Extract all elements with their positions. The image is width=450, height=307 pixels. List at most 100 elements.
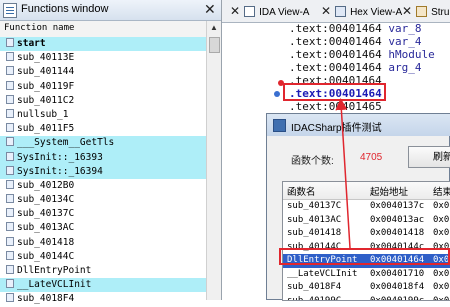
function-list: start sub_40113E sub_401144 sub_40119F sub_4…: [0, 37, 206, 307]
code-line[interactable]: .text:00401464 arg_4: [289, 61, 421, 74]
close-icon[interactable]: ✕: [321, 4, 331, 18]
column-header-end-address[interactable]: 结束: [433, 184, 450, 198]
function-list-item[interactable]: sub_4012B0: [0, 179, 206, 193]
function-name-column-header[interactable]: Function name: [0, 21, 206, 38]
function-list-item[interactable]: ___System__GetTls: [0, 136, 206, 151]
functions-window: Functions window ✕ Function name start su…: [0, 0, 222, 304]
function-icon: [6, 38, 14, 47]
function-list-item[interactable]: sub_401418: [0, 236, 206, 250]
cell-end-address: 0x0: [433, 214, 450, 225]
table-row[interactable]: sub_4013AC 0x004013ac 0x0: [283, 214, 450, 228]
cell-end-address: 0x0: [433, 201, 450, 211]
selected-code-line[interactable]: .text:00401464: [289, 87, 382, 100]
function-list-item[interactable]: SysInit::_16394: [0, 164, 206, 179]
function-list-item[interactable]: sub_4011C2: [0, 94, 206, 108]
tab-ida-view-a[interactable]: ✕ IDA View-A: [230, 2, 309, 21]
function-list-item[interactable]: SysInit::_16393: [0, 150, 206, 165]
scrollbar-thumb[interactable]: [209, 37, 220, 53]
cell-end-address: 0x0: [433, 295, 450, 301]
code-line[interactable]: .text:00401464 var_4: [289, 35, 421, 48]
function-list-item[interactable]: nullsub_1: [0, 108, 206, 122]
function-list-item[interactable]: sub_4011F5: [0, 122, 206, 136]
cell-start-address: 0x0040199c: [370, 295, 425, 301]
cell-start-address: 0x004018f4: [370, 282, 425, 292]
table-row[interactable]: sub_40137C 0x0040137c 0x0: [283, 200, 450, 214]
cell-function-name: sub_401418: [287, 228, 342, 238]
function-icon: [6, 194, 14, 204]
function-icon: [6, 236, 14, 246]
dialog-title: IDACSharp插件测试: [291, 123, 382, 134]
close-icon[interactable]: ✕: [204, 1, 216, 18]
function-list-item[interactable]: sub_40113E: [0, 51, 206, 65]
function-icon: [6, 151, 14, 161]
column-header-start-address[interactable]: 起始地址: [370, 184, 408, 198]
function-table[interactable]: 函数名 起始地址 结束 sub_40137C0x0040137c0x0sub_4…: [282, 181, 450, 301]
function-list-item[interactable]: DllEntryPoint: [0, 264, 206, 278]
structures-icon: [416, 6, 428, 17]
function-icon: [6, 137, 14, 147]
function-icon: [6, 52, 14, 62]
cell-function-name: sub_40137C: [287, 201, 342, 211]
function-icon: [6, 265, 14, 274]
marker-icon: [274, 91, 280, 97]
function-list-item[interactable]: sub_40144C: [0, 250, 206, 264]
function-icon: [6, 222, 14, 232]
vertical-scrollbar[interactable]: ▲: [206, 21, 221, 300]
refresh-button[interactable]: 刷新: [408, 146, 450, 168]
function-list-item[interactable]: start: [0, 37, 206, 52]
tab-structures[interactable]: ✕ Stru: [402, 2, 449, 21]
cell-start-address: 0x00401418: [370, 228, 425, 238]
dialog-titlebar[interactable]: IDACSharp插件测试: [267, 114, 450, 136]
code-line[interactable]: .text:00401465: [289, 100, 382, 113]
cell-function-name: sub_40199C: [287, 295, 342, 301]
function-list-item[interactable]: sub_4018F4: [0, 292, 206, 306]
cell-function-name: sub_4013AC: [287, 214, 342, 225]
function-count-label: 函数个数:: [291, 156, 334, 167]
table-row[interactable]: __LateVCLInit 0x00401710 0x0: [283, 268, 450, 282]
cell-start-address: 0x004013ac: [370, 214, 425, 225]
function-icon: [6, 108, 14, 118]
code-line[interactable]: .text:00401464 var_8: [289, 22, 421, 35]
function-count-value: 4705: [360, 152, 383, 163]
function-icon: [6, 179, 14, 189]
view-tab-bar: ✕ IDA View-A ✕ Hex View-A ✕ Stru: [222, 0, 450, 23]
function-list-item[interactable]: sub_40137C: [0, 207, 206, 221]
function-icon: [6, 80, 14, 90]
function-list-item[interactable]: sub_4013AC: [0, 221, 206, 235]
functions-window-icon: [3, 3, 17, 18]
cell-function-name: sub_4018F4: [287, 282, 342, 292]
function-icon: [6, 293, 14, 303]
cell-end-address: 0x0: [433, 282, 450, 292]
function-icon: [6, 208, 14, 218]
function-list-item[interactable]: sub_40119F: [0, 80, 206, 94]
close-icon[interactable]: ✕: [230, 4, 240, 18]
selected-row-annotation: [279, 248, 450, 265]
code-line[interactable]: .text:00401464 hModule: [289, 48, 435, 61]
function-icon: [6, 94, 14, 104]
function-icon: [6, 250, 14, 260]
function-list-item[interactable]: sub_401144: [0, 65, 206, 79]
table-row[interactable]: sub_4018F4 0x004018f4 0x0: [283, 281, 450, 295]
functions-window-titlebar[interactable]: Functions window ✕: [0, 0, 221, 21]
table-row[interactable]: sub_401418 0x00401418 0x0: [283, 227, 450, 241]
column-header-function-name[interactable]: 函数名: [287, 184, 316, 198]
cell-end-address: 0x0: [433, 268, 450, 279]
function-list-item[interactable]: __LateVCLInit: [0, 278, 206, 293]
table-header: 函数名 起始地址 结束: [283, 182, 450, 200]
cell-start-address: 0x00401710: [370, 268, 425, 279]
cell-function-name: __LateVCLInit: [287, 268, 358, 279]
scroll-up-icon[interactable]: ▲: [207, 21, 221, 35]
disassembly-icon: [244, 6, 256, 17]
cell-end-address: 0x0: [433, 228, 450, 238]
idacsharp-dialog: IDACSharp插件测试 函数个数: 4705 刷新 函数名 起始地址 结束 …: [266, 113, 450, 301]
function-list-item[interactable]: sub_40134C: [0, 193, 206, 207]
function-icon: [6, 123, 14, 133]
function-icon: [6, 66, 14, 76]
close-icon[interactable]: ✕: [402, 4, 412, 18]
functions-window-title: Functions window: [21, 3, 109, 15]
hex-icon: [335, 6, 347, 17]
app-icon: [273, 119, 286, 132]
tab-hex-view-a[interactable]: ✕ Hex View-A: [321, 2, 402, 21]
function-icon: [6, 279, 14, 289]
table-row[interactable]: sub_40199C 0x0040199c 0x0: [283, 295, 450, 301]
